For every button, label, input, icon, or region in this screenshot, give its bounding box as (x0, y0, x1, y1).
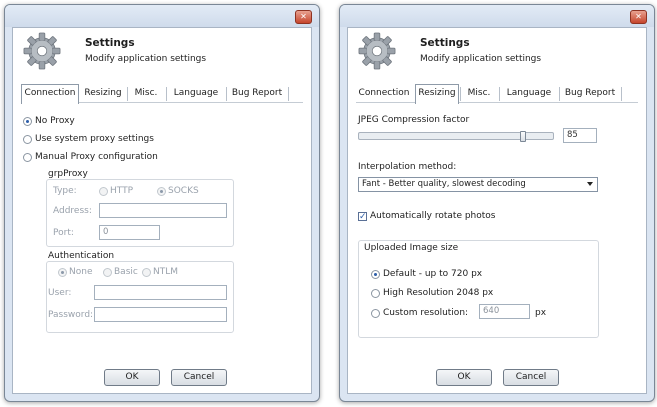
interpolation-label: Interpolation method: (358, 162, 457, 172)
tab-language[interactable]: Language (169, 85, 223, 102)
auto-rotate-checkbox[interactable]: ✓ (358, 212, 367, 222)
address-label: Address: (53, 206, 92, 216)
high-resolution-label: High Resolution 2048 px (383, 288, 494, 298)
tab-bug-report[interactable]: Bug Report (229, 85, 285, 102)
tab-separator (460, 87, 461, 101)
port-label: Port: (53, 228, 74, 238)
manual-proxy-radio[interactable] (23, 153, 32, 162)
jpeg-slider-thumb[interactable] (519, 131, 526, 142)
socks-label: SOCKS (168, 186, 199, 196)
grp-proxy-title: grpProxy (48, 169, 88, 179)
password-input[interactable] (94, 307, 227, 322)
tab-separator (127, 87, 128, 101)
tab-connection[interactable]: Connection (356, 85, 412, 102)
address-input[interactable] (99, 203, 227, 218)
tab-separator (288, 87, 289, 101)
settings-window-resizing: ✕ Settings Modify application settings C… (339, 4, 655, 402)
gear-icon (358, 32, 396, 70)
auth-ntlm-radio[interactable] (142, 268, 151, 277)
http-radio[interactable] (99, 187, 108, 196)
cancel-button[interactable]: Cancel (171, 369, 227, 386)
ok-button[interactable]: OK (436, 369, 492, 386)
dialog-header: Settings Modify application settings (13, 28, 311, 76)
dialog-client: Settings Modify application settings Con… (347, 27, 647, 394)
system-proxy-label: Use system proxy settings (35, 134, 154, 144)
close-button[interactable]: ✕ (295, 10, 312, 24)
port-input[interactable]: 0 (99, 225, 160, 240)
tab-resizing[interactable]: Resizing (415, 84, 459, 104)
auth-ntlm-label: NTLM (153, 267, 179, 277)
dialog-client: Settings Modify application settings Con… (12, 27, 312, 394)
authentication-title: Authentication (48, 251, 115, 261)
tab-misc[interactable]: Misc. (130, 85, 162, 102)
tab-language[interactable]: Language (502, 85, 556, 102)
auth-basic-label: Basic (114, 267, 138, 277)
chevron-down-icon (587, 182, 593, 186)
tab-separator (621, 87, 622, 101)
tab-separator (166, 87, 167, 101)
custom-resolution-label: Custom resolution: (383, 308, 469, 318)
default-size-radio[interactable] (371, 270, 380, 279)
dialog-subtitle: Modify application settings (85, 54, 207, 64)
title-bar (5, 5, 319, 27)
default-size-label: Default - up to 720 px (383, 269, 483, 279)
dialog-title: Settings (85, 37, 135, 49)
manual-proxy-label: Manual Proxy configuration (35, 152, 158, 162)
user-label: User: (48, 288, 72, 298)
auth-none-label: None (69, 267, 93, 277)
auth-basic-radio[interactable] (103, 268, 112, 277)
auto-rotate-label: Automatically rotate photos (370, 211, 496, 221)
high-resolution-radio[interactable] (371, 289, 380, 298)
settings-window-connection: ✕ Settings Modify application settings C… (4, 4, 320, 402)
tab-connection[interactable]: Connection (21, 84, 79, 104)
cancel-button[interactable]: Cancel (503, 369, 559, 386)
user-input[interactable] (94, 285, 227, 300)
close-button[interactable]: ✕ (630, 10, 647, 24)
tab-separator (226, 87, 227, 101)
system-proxy-radio[interactable] (23, 135, 32, 144)
dialog-header: Settings Modify application settings (348, 28, 646, 76)
dialog-title: Settings (420, 37, 470, 49)
custom-resolution-radio[interactable] (371, 309, 380, 318)
interpolation-selected-value: Fant - Better quality, slowest decoding (362, 179, 526, 189)
tab-separator (559, 87, 560, 101)
socks-radio[interactable] (157, 187, 166, 196)
no-proxy-label: No Proxy (35, 116, 75, 126)
dialog-subtitle: Modify application settings (420, 54, 542, 64)
tab-misc[interactable]: Misc. (463, 85, 495, 102)
title-bar (340, 5, 654, 27)
http-label: HTTP (110, 186, 134, 196)
jpeg-compression-label: JPEG Compression factor (358, 115, 470, 125)
tab-resizing[interactable]: Resizing (81, 85, 125, 102)
type-label: Type: (53, 186, 77, 196)
interpolation-select[interactable]: Fant - Better quality, slowest decoding (358, 177, 598, 192)
ok-button[interactable]: OK (104, 369, 160, 386)
auth-none-radio[interactable] (58, 268, 67, 277)
tab-separator (499, 87, 500, 101)
custom-resolution-input[interactable]: 640 (479, 304, 530, 319)
gear-icon (23, 32, 61, 70)
password-label: Password: (48, 310, 94, 320)
tab-bug-report[interactable]: Bug Report (562, 85, 618, 102)
jpeg-compression-value[interactable]: 85 (563, 128, 597, 143)
custom-resolution-unit: px (535, 308, 547, 318)
tab-divider (356, 102, 638, 103)
no-proxy-radio[interactable] (23, 117, 32, 126)
uploaded-image-size-title: Uploaded Image size (364, 243, 459, 253)
